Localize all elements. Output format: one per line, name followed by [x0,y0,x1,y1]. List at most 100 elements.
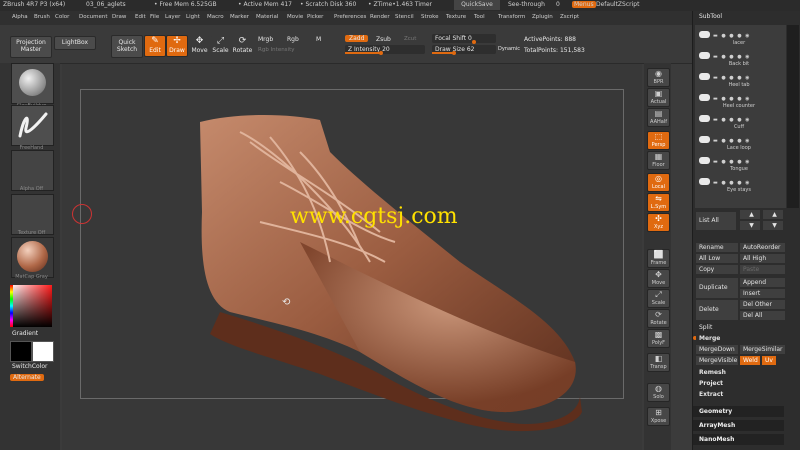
mergedown-button[interactable]: MergeDown [696,345,738,354]
nanomesh-section[interactable]: NanoMesh [693,434,784,445]
move-up-alt-arrow-icon[interactable]: ▲ [763,210,783,219]
menu-edit[interactable]: Edit [135,14,146,20]
subtool-visibility-icon[interactable]: ▬ ● ● ● ◉ [713,75,751,81]
mrgb-button[interactable]: Mrgb [258,36,273,43]
l-sym-button[interactable]: ⇋ L.Sym [647,193,670,212]
geometry-section[interactable]: Geometry [693,406,784,417]
move-up-arrow-icon[interactable]: ▲ [740,210,760,219]
persp-button[interactable]: ⬚ Persp [647,131,670,150]
menu-stroke[interactable]: Stroke [421,14,439,20]
z-intensity-slider[interactable]: Z Intensity 20 [345,45,425,55]
menu-picker[interactable]: Picker [307,14,323,20]
paste-button[interactable]: Paste [740,265,785,274]
delete-button[interactable]: Delete [696,300,738,320]
color-picker[interactable] [10,285,52,327]
menu-draw[interactable]: Draw [112,14,126,20]
merge-section[interactable]: Merge [696,334,785,343]
quicksave-button[interactable]: QuickSave [454,0,500,10]
xyz-button[interactable]: ✣ Xyz [647,213,670,232]
subtool-visibility-icon[interactable]: ▬ ● ● ● ◉ [713,54,751,60]
menu-brush[interactable]: Brush [34,14,50,20]
brush-thumbnail[interactable] [11,63,54,104]
material-thumbnail[interactable] [11,237,54,278]
quick-sketch-button[interactable]: Quick Sketch [111,35,143,58]
aahalf-button[interactable]: ▤ AAHalf [647,108,670,127]
hue-strip[interactable] [10,285,13,327]
alpha-thumbnail[interactable] [11,150,54,191]
m-button[interactable]: M [316,36,321,43]
append-button[interactable]: Append [740,278,785,287]
alternate-button[interactable]: Alternate [10,374,44,381]
subtool-item[interactable]: ▬ ● ● ● ◉ Heel tab [697,69,781,90]
menu-preferences[interactable]: Preferences [334,14,366,20]
menu-layer[interactable]: Layer [165,14,180,20]
menu-texture[interactable]: Texture [446,14,466,20]
insert-button[interactable]: Insert [740,289,785,298]
frame-button[interactable]: ⬜ Frame [647,249,670,268]
menu-light[interactable]: Light [186,14,200,20]
move-down-arrow-icon[interactable]: ▼ [740,221,760,230]
focal-shift-knob[interactable] [472,40,476,44]
subtool-item[interactable]: ▬ ● ● ● ◉ lacer [697,27,781,48]
rgb-intensity-slider[interactable]: Rgb Intensity [258,47,295,53]
dynamic-button[interactable]: Dynamic [498,46,520,52]
menu-macro[interactable]: Macro [207,14,224,20]
del-all-button[interactable]: Del All [740,311,785,320]
split-section[interactable]: Split [696,323,785,332]
weld-button[interactable]: Weld [740,356,760,365]
scale-button[interactable]: ⤢ Scale [647,289,670,308]
menu-stencil[interactable]: Stencil [395,14,414,20]
all-high-button[interactable]: All High [740,254,785,263]
menu-zplugin[interactable]: Zplugin [532,14,553,20]
menu-alpha[interactable]: Alpha [12,14,28,20]
del-other-button[interactable]: Del Other [740,300,785,309]
texture-thumbnail[interactable] [11,194,54,235]
subtool-visibility-icon[interactable]: ▬ ● ● ● ◉ [713,159,751,165]
secondary-color-swatch[interactable] [10,341,32,362]
rotate-button[interactable]: ⟳ Rotate [647,309,670,328]
local-button[interactable]: ◎ Local [647,173,670,192]
draw-size-slider[interactable]: Draw Size 62 [432,45,496,55]
z-intensity-knob[interactable] [379,51,383,55]
project-section[interactable]: Project [696,379,785,388]
scale-button[interactable]: ⤢ Scale [210,35,231,57]
switchcolor-button[interactable]: SwitchColor [12,363,48,370]
menu-tool[interactable]: Tool [474,14,485,20]
subtool-visibility-icon[interactable]: ▬ ● ● ● ◉ [713,180,751,186]
subtool-item[interactable]: ▬ ● ● ● ◉ Eye stays [697,174,781,195]
subtool-item[interactable]: ▬ ● ● ● ◉ Lace loop [697,132,781,153]
mergevisible-button[interactable]: MergeVisible [696,356,738,365]
subtool-item[interactable]: ▬ ● ● ● ◉ Tongue [697,153,781,174]
bpr-button[interactable]: ◉ BPR [647,68,670,87]
boot-model[interactable] [180,112,600,432]
arraymesh-section[interactable]: ArrayMesh [693,420,784,431]
subtool-visibility-icon[interactable]: ▬ ● ● ● ◉ [713,138,751,144]
rgb-button[interactable]: Rgb [287,36,299,43]
gradient-label[interactable]: Gradient [12,330,38,337]
menu-zscript[interactable]: Zscript [560,14,579,20]
subtool-item[interactable]: ▬ ● ● ● ◉ Cuff [697,111,781,132]
menu-marker[interactable]: Marker [230,14,249,20]
menu-movie[interactable]: Movie [287,14,303,20]
menu-transform[interactable]: Transform [498,14,525,20]
duplicate-button[interactable]: Duplicate [696,278,738,298]
uv-button[interactable]: Uv [762,356,776,365]
draw-button[interactable]: ✢ Draw [166,35,188,57]
floor-button[interactable]: ▦ Floor [647,151,670,170]
rotate-button[interactable]: ⟳ Rotate [231,35,254,57]
subtool-item[interactable]: ▬ ● ● ● ◉ Back bit [697,48,781,69]
subtool-header[interactable]: SubTool [693,13,800,22]
lightbox-button[interactable]: LightBox [54,36,96,50]
subtool-scrollbar[interactable] [787,25,799,208]
primary-color-swatch[interactable] [32,341,54,362]
menu-file[interactable]: File [150,14,159,20]
remesh-section[interactable]: Remesh [696,368,785,377]
move-down-alt-arrow-icon[interactable]: ▼ [763,221,783,230]
zadd-button[interactable]: Zadd [345,35,369,42]
menu-color[interactable]: Color [55,14,69,20]
move-button[interactable]: ✥ Move [647,269,670,288]
focal-shift-slider[interactable]: Focal Shift 0 [432,34,496,44]
see-through-label[interactable]: See-through [508,1,545,8]
solo-button[interactable]: ◍ Solo [647,383,670,402]
subtool-visibility-icon[interactable]: ▬ ● ● ● ◉ [713,96,751,102]
